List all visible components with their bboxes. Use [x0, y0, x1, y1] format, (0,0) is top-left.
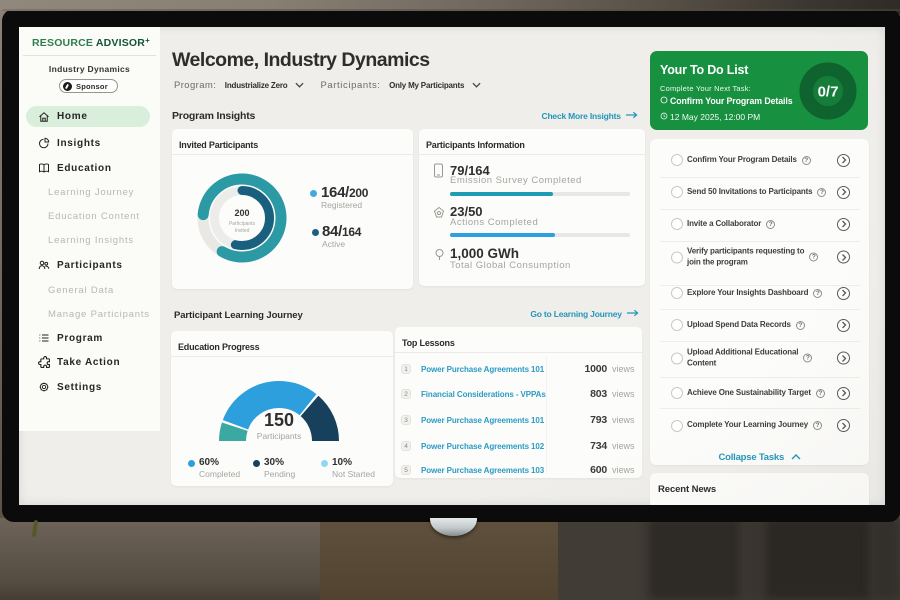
svg-text:Participants: Participants: [229, 221, 256, 227]
svg-text:Invited: Invited: [235, 228, 250, 234]
svg-text:0/7: 0/7: [818, 84, 839, 101]
svg-text:200: 200: [234, 208, 249, 218]
